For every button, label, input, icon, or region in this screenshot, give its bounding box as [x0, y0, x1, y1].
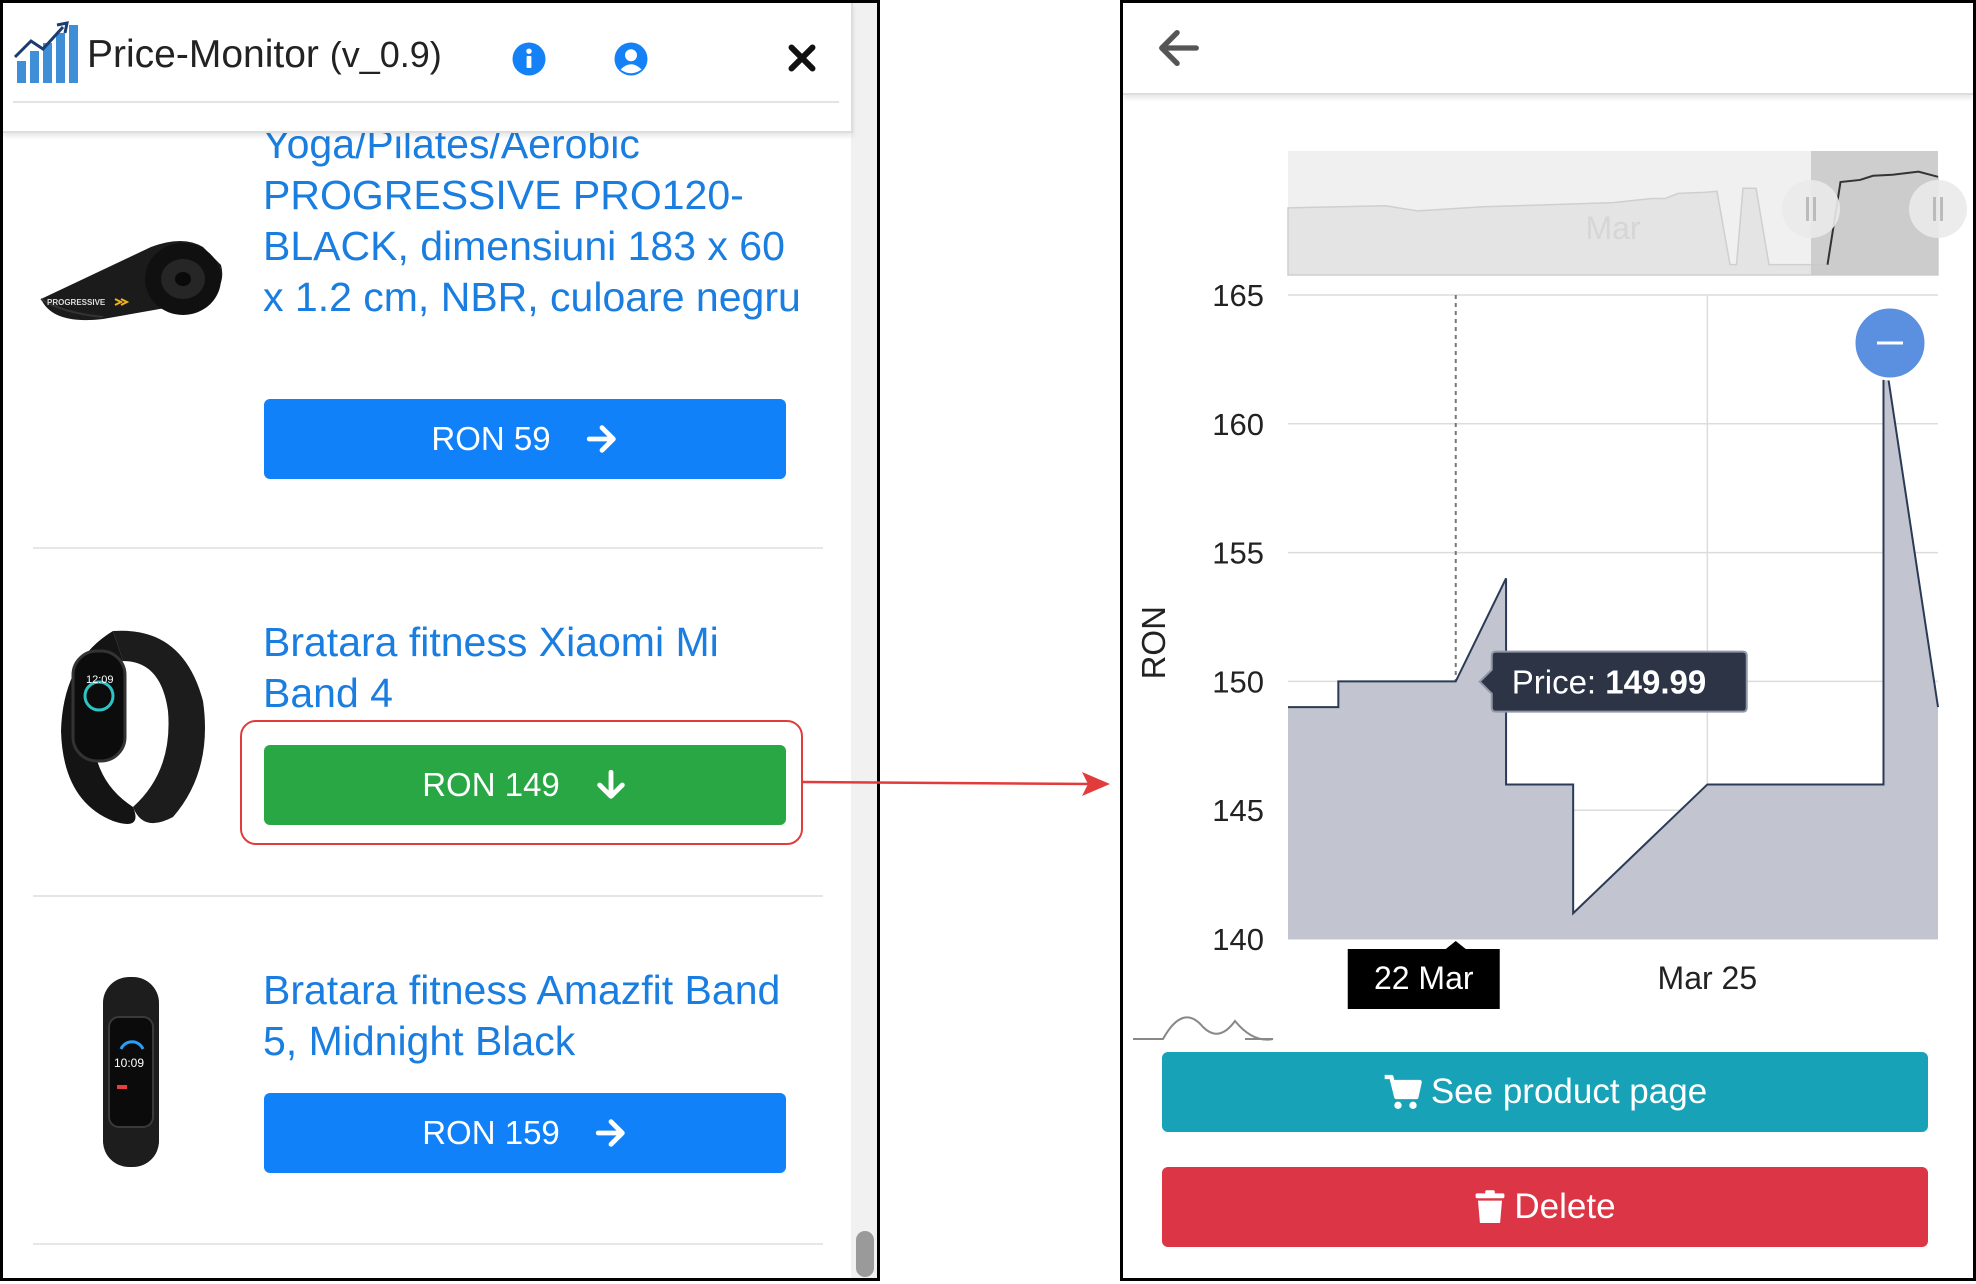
- chart-navigator[interactable]: Mar: [1287, 151, 1967, 276]
- tooltip-value: 149.99: [1605, 664, 1706, 701]
- price-button[interactable]: RON 159: [264, 1093, 786, 1173]
- price-tooltip: Price: 149.99: [1478, 650, 1748, 713]
- price-history-popup: Mar 140 145 150 155 160 165 RON Mar 25 22 Mar: [1120, 0, 1976, 1281]
- scrollbar-thumb[interactable]: [856, 1231, 874, 1277]
- divider: [33, 1243, 823, 1245]
- price-history-chart[interactable]: Mar 140 145 150 155 160 165 RON Mar 25 22 Mar: [1123, 3, 1973, 1043]
- svg-text:12:09: 12:09: [86, 674, 114, 686]
- see-product-label: See product page: [1430, 1072, 1708, 1111]
- scrollbar[interactable]: [851, 3, 877, 1278]
- x-axis: Mar 25: [1658, 960, 1758, 996]
- svg-text:Price: 149.99: Price: 149.99: [1512, 664, 1706, 701]
- product-title-link[interactable]: Bratara fitness Amazfit Band 5, Midnight…: [263, 965, 803, 1067]
- chart-type-wave-icon[interactable]: [1133, 1016, 1274, 1041]
- delete-button[interactable]: Delete: [1162, 1167, 1928, 1247]
- crosshair-x-label: 22 Mar: [1347, 941, 1500, 1009]
- yoga-mat-image: PROGRESSIVE: [40, 241, 223, 321]
- delete-label: Delete: [1514, 1187, 1616, 1226]
- y-tick-label: 145: [1212, 793, 1264, 828]
- amazfit-band-image: 10:09: [103, 977, 159, 1167]
- y-axis-label: RON: [1135, 606, 1172, 679]
- arrow-right-icon: [595, 1119, 625, 1147]
- price-label: RON 159: [422, 1114, 560, 1151]
- popup-header: Price-Monitor (v_0.9): [3, 3, 853, 133]
- y-tick-label: 140: [1212, 922, 1264, 957]
- svg-text:10:09: 10:09: [114, 1056, 144, 1070]
- navigator-handle-right[interactable]: [1909, 180, 1967, 238]
- navigator-label: Mar: [1585, 210, 1640, 246]
- info-circle-icon[interactable]: [511, 41, 547, 77]
- tooltip-label: Price:: [1512, 664, 1596, 701]
- arrow-right-icon: [586, 425, 616, 453]
- minus-circle-icon[interactable]: [1852, 305, 1928, 381]
- extension-popup-list: PROGRESSIVE Yoga/Pilates/Aerobic PROGRES…: [0, 0, 880, 1281]
- navigator-handle-left[interactable]: [1782, 180, 1840, 238]
- see-product-button[interactable]: See product page: [1162, 1052, 1928, 1132]
- svg-text:22 Mar: 22 Mar: [1374, 960, 1474, 996]
- product-title-link[interactable]: Bratara fitness Xiaomi Mi Band 4: [263, 617, 803, 719]
- product-title-link[interactable]: Yoga/Pilates/Aerobic PROGRESSIVE PRO120-…: [263, 119, 803, 374]
- y-tick-label: 155: [1212, 536, 1264, 571]
- bar-chart-logo-icon: [13, 21, 78, 83]
- price-button[interactable]: RON 59: [264, 399, 786, 479]
- x-tick-label: Mar 25: [1658, 960, 1758, 996]
- shopping-cart-icon: [1384, 1074, 1422, 1109]
- trash-icon: [1476, 1190, 1505, 1223]
- y-axis: 140 145 150 155 160 165: [1212, 278, 1264, 957]
- highlight-box: [240, 720, 803, 845]
- y-tick-label: 150: [1212, 664, 1264, 699]
- svg-text:PROGRESSIVE: PROGRESSIVE: [47, 298, 106, 307]
- user-circle-icon[interactable]: [613, 41, 649, 77]
- y-tick-label: 160: [1212, 407, 1264, 442]
- price-area: [1288, 346, 1938, 939]
- xiaomi-band-image: 12:09: [61, 630, 205, 824]
- close-icon[interactable]: [781, 37, 823, 79]
- divider: [33, 895, 823, 897]
- product-list: PROGRESSIVE Yoga/Pilates/Aerobic PROGRES…: [3, 3, 851, 1278]
- divider: [33, 547, 823, 549]
- app-title: Price-Monitor (v_0.9): [87, 33, 442, 76]
- y-tick-label: 165: [1212, 278, 1264, 313]
- price-label: RON 59: [431, 420, 551, 457]
- app-version: (v_0.9): [329, 34, 442, 75]
- header-divider: [13, 101, 839, 103]
